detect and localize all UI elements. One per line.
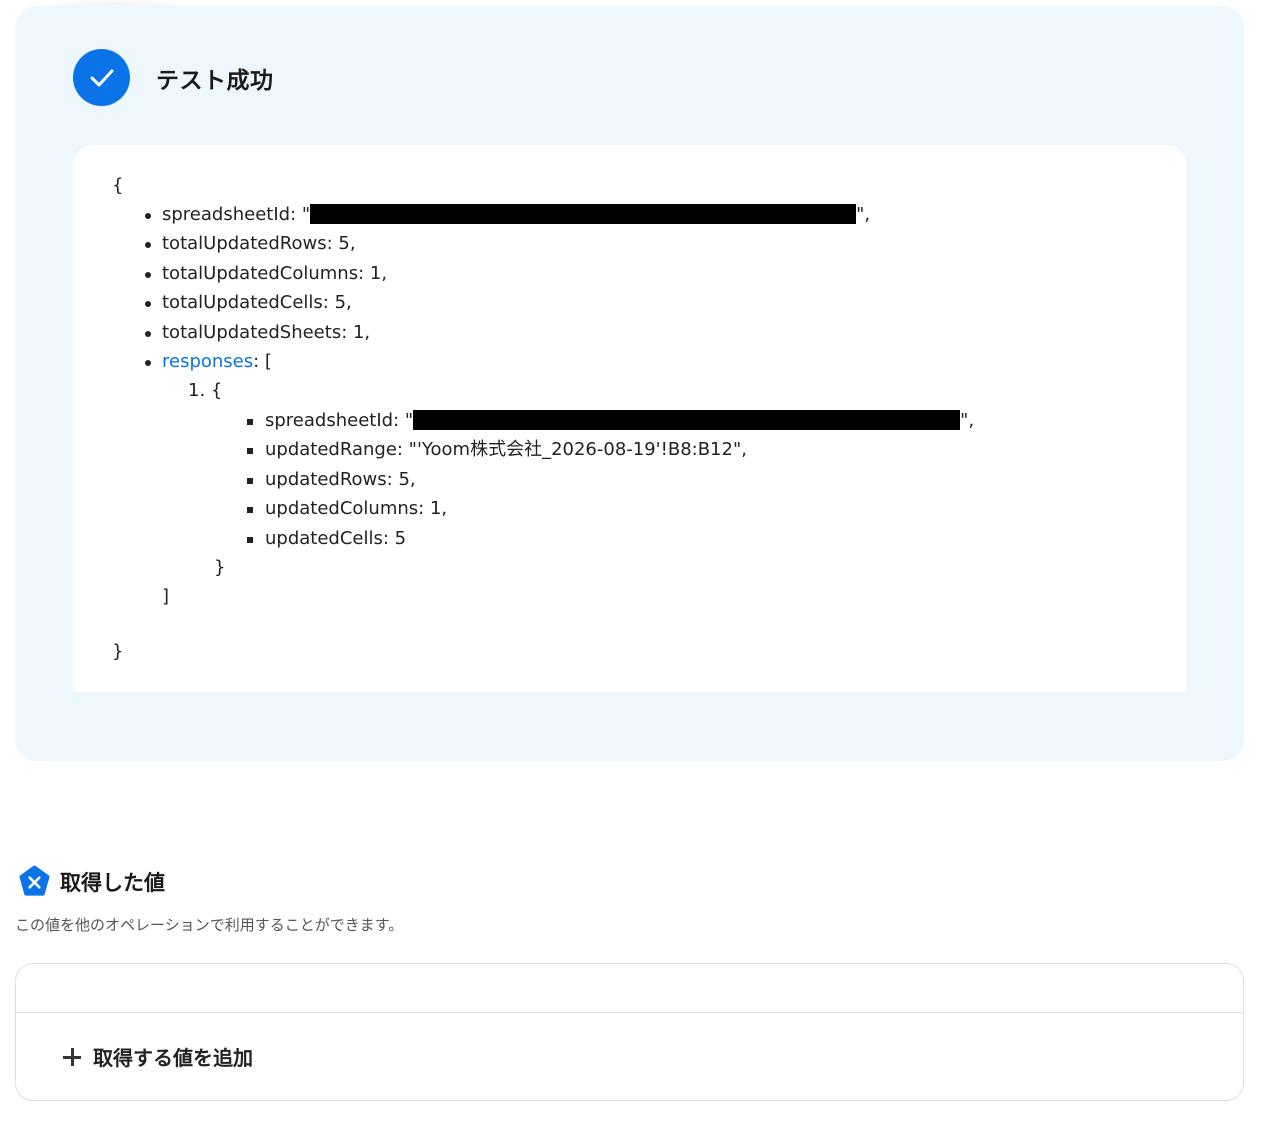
json-item-spreadsheet-id: spreadsheetId: " ", [265, 410, 975, 431]
json-updated-cells: updatedCells: 5 [265, 528, 407, 549]
bullet [145, 272, 151, 278]
json-close-brace: } [112, 641, 124, 662]
redacted-value [310, 204, 857, 224]
bullet [247, 537, 253, 543]
success-header: テスト成功 [73, 49, 274, 106]
json-spreadsheet-id: spreadsheetId: " ", [162, 204, 871, 225]
json-responses: responses: [ [162, 351, 272, 372]
json-total-updated-columns: totalUpdatedColumns: 1, [162, 263, 388, 284]
redacted-value [413, 410, 961, 430]
bullet [247, 448, 253, 454]
test-result-panel: テスト成功 { spreadsheetId: " ", totalUpdatedR… [15, 6, 1244, 761]
bullet [247, 419, 253, 425]
variable-pentagon-icon [19, 865, 50, 896]
json-total-updated-cells: totalUpdatedCells: 5, [162, 292, 352, 313]
bullet [145, 331, 151, 337]
acquired-values-title: 取得した値 [60, 870, 165, 895]
check-circle-icon [73, 49, 130, 106]
bullet [145, 242, 151, 248]
json-updated-range: updatedRange: "'Yoom株式会社_2026-08-19'!B8:… [265, 439, 747, 460]
json-open-brace: { [112, 175, 124, 196]
json-updated-columns: updatedColumns: 1, [265, 498, 448, 519]
bullet [145, 301, 151, 307]
acquired-values-header: 取得した値 [18, 865, 165, 898]
bullet [247, 478, 253, 484]
json-array-close: ] [162, 586, 170, 607]
json-item-close: } [214, 557, 226, 578]
json-updated-rows: updatedRows: 5, [265, 469, 416, 490]
json-item-index: 1. { [188, 380, 223, 401]
bullet [145, 360, 151, 366]
json-output: { spreadsheetId: " ", totalUpdatedRows: 5… [73, 145, 1186, 692]
bullet [145, 213, 151, 219]
add-value-button[interactable]: 取得する値を追加 [61, 1042, 253, 1071]
bullet [247, 507, 253, 513]
responses-link[interactable]: responses [162, 351, 253, 372]
add-value-label: 取得する値を追加 [93, 1046, 253, 1070]
json-total-updated-rows: totalUpdatedRows: 5, [162, 233, 356, 254]
json-total-updated-sheets: totalUpdatedSheets: 1, [162, 322, 371, 343]
acquired-values-description: この値を他のオペレーションで利用することができます。 [15, 916, 404, 934]
divider [16, 1012, 1243, 1013]
acquired-values-box: 取得する値を追加 [15, 963, 1244, 1101]
plus-icon [61, 1046, 83, 1068]
success-title: テスト成功 [156, 67, 274, 94]
